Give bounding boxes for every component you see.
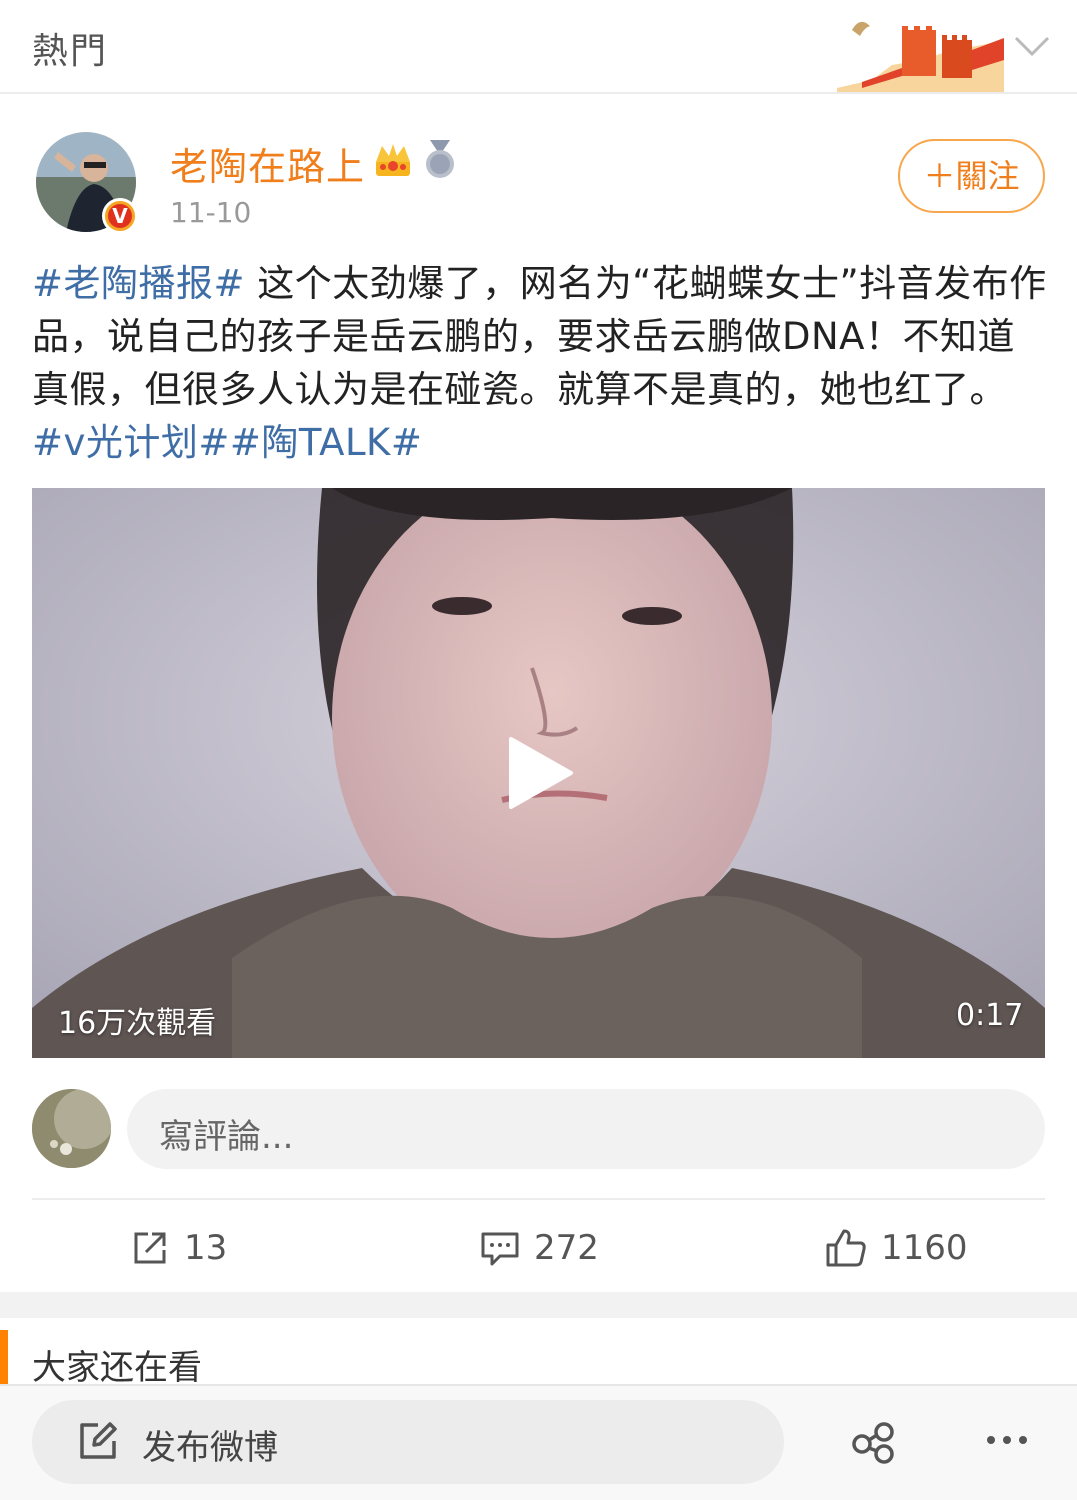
post-time: 11-10	[170, 196, 252, 229]
video-view-count: 16万次觀看	[58, 1006, 217, 1041]
comment-input[interactable]: 寫評論...	[127, 1089, 1045, 1169]
hashtag-link[interactable]: #陶TALK#	[230, 421, 422, 464]
like-count: 1160	[881, 1228, 968, 1268]
comment-count: 272	[534, 1228, 599, 1268]
verified-badge-icon: V	[102, 198, 138, 234]
like-button[interactable]: 1160	[825, 1222, 968, 1274]
page-title: 熱門	[32, 31, 109, 72]
thumbs-up-icon	[826, 1229, 866, 1267]
more-dots-icon[interactable]	[985, 1430, 1029, 1450]
play-icon[interactable]	[505, 735, 575, 811]
divider	[32, 1198, 1045, 1200]
crown-icon	[376, 144, 410, 176]
follow-button[interactable]: ＋關注	[898, 139, 1045, 213]
great-wall-banner-icon	[837, 21, 1004, 92]
video-duration: 0:17	[956, 998, 1024, 1033]
section-gap	[0, 1292, 1077, 1318]
share-out-icon	[134, 1232, 166, 1264]
hashtag-link[interactable]: #v光计划#	[32, 421, 230, 464]
author-name[interactable]: 老陶在路上	[170, 136, 365, 191]
comment-placeholder: 寫評論...	[159, 1117, 294, 1157]
hashtag-link[interactable]: #老陶播报#	[32, 262, 245, 305]
my-avatar[interactable]	[32, 1089, 111, 1168]
comment-button[interactable]: 272	[480, 1222, 599, 1274]
repost-count: 13	[184, 1228, 228, 1268]
top-bar: 熱門	[0, 0, 1077, 94]
repost-button[interactable]: 13	[130, 1222, 227, 1274]
section-title: 大家还在看	[32, 1348, 202, 1388]
share-nodes-icon[interactable]	[850, 1420, 898, 1464]
chevron-down-icon[interactable]	[1010, 26, 1054, 66]
medal-icon	[426, 140, 454, 178]
post-text: #老陶播报# 这个太劲爆了，网名为“花蝴蝶女士”抖音发布作品，说自己的孩子是岳云…	[32, 257, 1052, 469]
edit-icon	[80, 1422, 117, 1459]
compose-button[interactable]: 发布微博	[32, 1400, 784, 1484]
section-accent-bar	[0, 1330, 8, 1386]
comment-icon	[481, 1232, 519, 1266]
compose-label: 发布微博	[142, 1428, 278, 1468]
